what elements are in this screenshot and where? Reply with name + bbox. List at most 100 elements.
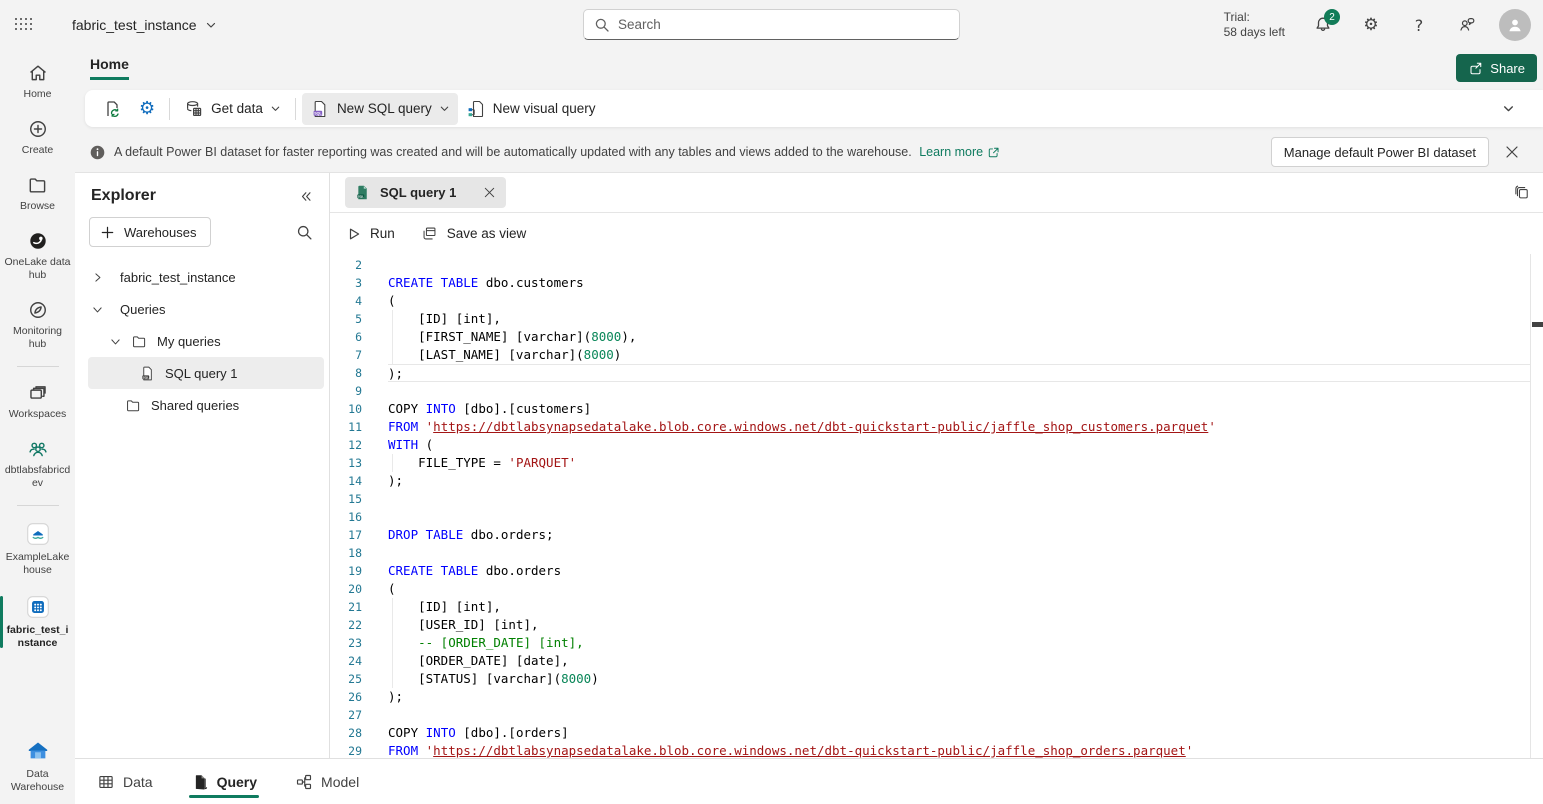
chevron-down-icon [205, 19, 217, 31]
code-text: COPY INTO [dbo].[orders] [388, 724, 1530, 742]
line-number: 14 [330, 472, 388, 490]
settings-button[interactable]: ⚙ [1351, 5, 1391, 45]
code-line-6[interactable]: 6 [FIRST_NAME] [varchar](8000), [330, 328, 1543, 346]
rail-item-onelake-data-hub[interactable]: OneLake data hub [0, 228, 75, 284]
code-line-10[interactable]: 10COPY INTO [dbo].[customers] [330, 400, 1543, 418]
waffle-icon [15, 18, 34, 32]
query-settings-button[interactable]: ⚙ [131, 92, 163, 125]
code-line-17[interactable]: 17DROP TABLE dbo.orders; [330, 526, 1543, 544]
new-sql-query-button[interactable]: SQL New SQL query [302, 93, 458, 125]
rail-label: Monitoring hub [4, 325, 72, 351]
rail-item-browse[interactable]: Browse [0, 172, 75, 215]
tree-item-shared-queries[interactable]: Shared queries [75, 389, 329, 421]
code-line-9[interactable]: 9 [330, 382, 1543, 400]
code-line-25[interactable]: 25 [STATUS] [varchar](8000) [330, 670, 1543, 688]
tab-query[interactable]: Query [191, 759, 257, 804]
ribbon-divider [169, 98, 170, 120]
tab-home[interactable]: Home [90, 56, 129, 80]
learn-more-link[interactable]: Learn more [919, 145, 1000, 159]
run-button[interactable]: Run [347, 226, 395, 241]
tree-item-warehouse-root[interactable]: fabric_test_instance [75, 261, 329, 293]
code-line-4[interactable]: 4( [330, 292, 1543, 310]
new-visual-query-button[interactable]: New visual query [458, 93, 604, 125]
code-line-3[interactable]: 3CREATE TABLE dbo.customers [330, 274, 1543, 292]
code-line-14[interactable]: 14); [330, 472, 1543, 490]
code-line-8[interactable]: 8); [330, 364, 1543, 382]
search-input[interactable] [618, 17, 949, 32]
app-launcher-button[interactable] [0, 0, 48, 50]
rail-item-create[interactable]: Create [0, 116, 75, 159]
rail-item-data-warehouse[interactable]: Data Warehouse [0, 736, 75, 796]
collapse-ribbon-button[interactable] [1502, 102, 1515, 115]
code-line-12[interactable]: 12WITH ( [330, 436, 1543, 454]
code-line-20[interactable]: 20( [330, 580, 1543, 598]
code-line-7[interactable]: 7 [LAST_NAME] [varchar](8000) [330, 346, 1543, 364]
tab-model[interactable]: Model [295, 759, 359, 804]
code-line-28[interactable]: 28COPY INTO [dbo].[orders] [330, 724, 1543, 742]
code-line-21[interactable]: 21 [ID] [int], [330, 598, 1543, 616]
tab-sql-query-1[interactable]: SQL SQL query 1 [345, 177, 506, 208]
help-button[interactable]: ? [1399, 5, 1439, 45]
share-label: Share [1490, 61, 1525, 76]
code-line-16[interactable]: 16 [330, 508, 1543, 526]
code-line-5[interactable]: 5 [ID] [int], [330, 310, 1543, 328]
get-data-label: Get data [211, 101, 263, 116]
home-ribbon-tabs: Home Share [75, 50, 1543, 85]
code-line-27[interactable]: 27 [330, 706, 1543, 724]
code-line-2[interactable]: 2 [330, 256, 1543, 274]
code-line-24[interactable]: 24 [ORDER_DATE] [date], [330, 652, 1543, 670]
add-warehouses-button[interactable]: Warehouses [89, 217, 211, 247]
editor-overview-ruler[interactable] [1530, 254, 1543, 758]
code-line-11[interactable]: 11FROM 'https://dbtlabsynapsedatalake.bl… [330, 418, 1543, 436]
top-bar: fabric_test_instance Trial: 58 days left… [0, 0, 1543, 50]
save-as-view-label: Save as view [447, 226, 527, 241]
sql-editor[interactable]: 23CREATE TABLE dbo.customers4(5 [ID] [in… [330, 254, 1543, 758]
plus-icon [100, 225, 115, 240]
code-text [388, 382, 1530, 400]
rail-label: Home [23, 88, 51, 101]
ribbon-divider [295, 98, 296, 120]
tree-item-queries[interactable]: Queries [75, 293, 329, 325]
rail-item-workspaces[interactable]: Workspaces [0, 380, 75, 423]
code-text [388, 256, 1530, 274]
share-button[interactable]: Share [1456, 54, 1537, 82]
rail-item-home[interactable]: Home [0, 60, 75, 103]
save-as-view-button[interactable]: Save as view [421, 225, 527, 242]
code-line-15[interactable]: 15 [330, 490, 1543, 508]
feedback-button[interactable] [1447, 5, 1487, 45]
refresh-button[interactable] [95, 93, 131, 125]
tree-item-my-queries[interactable]: My queries [75, 325, 329, 357]
manage-default-dataset-button[interactable]: Manage default Power BI dataset [1271, 137, 1489, 167]
notifications-button[interactable]: 2 [1303, 5, 1343, 45]
account-avatar[interactable] [1499, 9, 1531, 41]
collapse-panel-icon[interactable] [298, 189, 313, 204]
get-data-button[interactable]: Get data [176, 93, 289, 125]
tab-data[interactable]: Data [97, 759, 153, 804]
workspace-switcher[interactable]: fabric_test_instance [72, 17, 217, 33]
line-number: 10 [330, 400, 388, 418]
rail-item-monitoring-hub[interactable]: Monitoring hub [0, 297, 75, 353]
tree-item-sql-query-1[interactable]: SQL SQL query 1 [88, 357, 324, 389]
explorer-search-icon[interactable] [296, 224, 313, 241]
tab-list-stack-icon[interactable] [1513, 184, 1531, 202]
code-text: ); [388, 364, 1530, 382]
code-line-29[interactable]: 29FROM 'https://dbtlabsynapsedatalake.bl… [330, 742, 1543, 758]
rail-item-examplelakehouse[interactable]: ExampleLakehouse [0, 519, 75, 579]
tree-item-label: Shared queries [151, 398, 239, 413]
code-line-18[interactable]: 18 [330, 544, 1543, 562]
line-number: 2 [330, 256, 388, 274]
code-line-23[interactable]: 23 -- [ORDER_DATE] [int], [330, 634, 1543, 652]
banner-close-button[interactable] [1497, 137, 1527, 167]
code-line-13[interactable]: 13 FILE_TYPE = 'PARQUET' [330, 454, 1543, 472]
code-line-19[interactable]: 19CREATE TABLE dbo.orders [330, 562, 1543, 580]
rail-item-dbtlabsfabricdev[interactable]: dbtlabsfabricdev [0, 436, 75, 492]
code-text: CREATE TABLE dbo.orders [388, 562, 1530, 580]
code-line-26[interactable]: 26); [330, 688, 1543, 706]
line-number: 9 [330, 382, 388, 400]
tab-close-button[interactable] [483, 186, 496, 199]
document-refresh-icon [103, 99, 123, 119]
code-text: [ORDER_DATE] [date], [388, 652, 1530, 670]
code-line-22[interactable]: 22 [USER_ID] [int], [330, 616, 1543, 634]
rail-item-fabric-test-instance[interactable]: fabric_test_instance [0, 592, 75, 652]
learn-more-label: Learn more [919, 145, 983, 159]
